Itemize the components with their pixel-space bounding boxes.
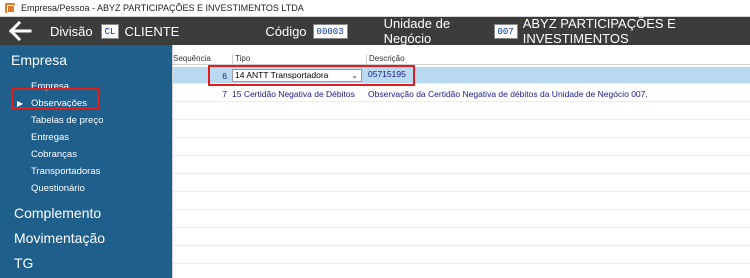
app-icon <box>5 3 15 13</box>
column-header-sequencia[interactable]: Sequência <box>173 54 211 63</box>
sidebar-group-movimentacao[interactable]: Movimentação <box>0 226 172 251</box>
divisao-code-field[interactable]: CL <box>100 23 120 39</box>
sidebar-group-tg[interactable]: TG <box>0 251 172 276</box>
sidebar: Empresa Empresa ▶ Observações Tabelas de … <box>0 45 172 278</box>
empty-row <box>173 139 750 156</box>
unidade-code-field[interactable]: 007 <box>493 23 518 39</box>
empty-row <box>173 247 750 264</box>
empty-row <box>173 193 750 210</box>
empty-row <box>173 175 750 192</box>
title-bar: Empresa/Pessoa - ABYZ PARTICIPAÇÕES E IN… <box>0 0 750 17</box>
column-header-descricao[interactable]: Descrição <box>366 54 405 65</box>
highlight-box-observacoes <box>11 88 99 109</box>
sidebar-section-empresa[interactable]: Empresa <box>0 52 172 68</box>
grid-header: Sequência Tipo Descrição <box>173 53 750 65</box>
empty-row <box>173 229 750 246</box>
sidebar-item-cobrancas[interactable]: Cobranças <box>0 146 172 163</box>
divisao-label: Divisão <box>50 23 93 39</box>
cell-sequencia: 7 <box>222 89 227 99</box>
divisao-value: CLIENTE <box>124 23 180 39</box>
back-arrow-icon[interactable] <box>8 21 32 41</box>
sidebar-item-transportadoras[interactable]: Transportadoras <box>0 163 172 180</box>
unidade-value: ABYZ PARTICIPAÇÕES E INVESTIMENTOS <box>522 16 676 46</box>
sidebar-item-questionario[interactable]: Questionário <box>0 180 172 197</box>
column-header-tipo[interactable]: Tipo <box>232 54 250 65</box>
sidebar-item-tabelas-de-preco[interactable]: Tabelas de preço <box>0 112 172 129</box>
unidade-label: Unidade de Negócio <box>383 16 451 46</box>
sidebar-group-complemento[interactable]: Complemento <box>0 201 172 226</box>
codigo-label: Código <box>265 23 307 39</box>
empty-row <box>173 103 750 120</box>
record-header: Divisão CL CLIENTE Código 00003 Unidade … <box>0 16 750 46</box>
window-title: Empresa/Pessoa - ABYZ PARTICIPAÇÕES E IN… <box>21 3 304 13</box>
sidebar-item-label: Tabelas de preço <box>31 115 104 126</box>
cell-tipo: 15 Certidão Negativa de Débitos <box>232 89 355 99</box>
sidebar-item-label: Questionário <box>31 183 85 194</box>
empty-row <box>173 121 750 138</box>
highlight-box-row <box>208 65 415 86</box>
cell-descricao: Observação da Certidão Negativa de débit… <box>368 89 648 99</box>
table-row[interactable]: 7 15 Certidão Negativa de Débitos Observ… <box>173 85 750 102</box>
empty-row <box>173 211 750 228</box>
empty-row <box>173 157 750 174</box>
sidebar-item-label: Transportadoras <box>31 166 101 177</box>
codigo-field[interactable]: 00003 <box>312 23 348 39</box>
sidebar-item-entregas[interactable]: Entregas <box>0 129 172 146</box>
sidebar-item-label: Cobranças <box>31 149 77 160</box>
sidebar-item-label: Entregas <box>31 132 70 143</box>
